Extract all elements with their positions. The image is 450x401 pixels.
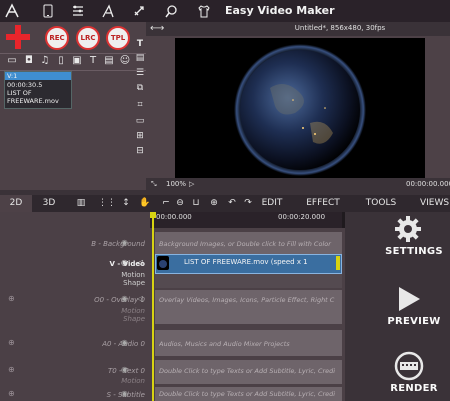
speaker-icon[interactable]: ◁ (137, 294, 143, 303)
track-hint-background: Background Images, or Double click to Fi… (159, 240, 331, 248)
rec-button[interactable]: REC (45, 26, 69, 50)
add-track-icon[interactable]: ⊕ (8, 365, 15, 374)
video-clip-label: LIST OF FREEWARE.mov (speed x 1 (184, 258, 308, 266)
expand-icon[interactable]: ⟷ (150, 23, 164, 34)
add-track-icon[interactable]: ⊕ (8, 294, 15, 303)
playhead[interactable] (152, 212, 154, 401)
shirt-icon[interactable] (196, 3, 212, 19)
eye-icon[interactable]: ◉ (121, 258, 128, 267)
render-button[interactable]: RENDER (378, 383, 450, 394)
vertical-resize-icon[interactable]: ↕ (120, 195, 132, 212)
hand-icon[interactable]: ✋ (138, 195, 152, 212)
preview-play-icon[interactable] (396, 285, 422, 313)
eye-icon[interactable]: ◉ (121, 389, 128, 398)
zoom-level[interactable]: 100% (166, 180, 186, 188)
track-sub-shape: Shape (123, 279, 145, 287)
track-sub-motion: Motion (121, 307, 145, 315)
add-track-icon[interactable]: ⊕ (8, 338, 15, 347)
app-title: Easy Video Maker (225, 4, 335, 17)
tab-tools[interactable]: TOOLS (362, 195, 400, 212)
document-icon[interactable]: ▯ (54, 55, 68, 67)
grid-view-icon[interactable]: ⋮⋮ (98, 195, 116, 212)
track-sub-shape: Shape (123, 315, 145, 323)
video-preview[interactable] (175, 38, 425, 178)
playhead-handle[interactable] (150, 212, 156, 218)
rocket-icon[interactable] (131, 3, 147, 19)
all-media-icon[interactable]: ▭ (5, 55, 19, 67)
eye-icon[interactable]: ◉ (121, 294, 128, 303)
settings-gear-icon[interactable] (394, 215, 422, 243)
split-tool-icon[interactable]: ⊟ (134, 146, 146, 156)
preview-button[interactable]: PREVIEW (378, 316, 450, 327)
play-icon[interactable]: ▷ (189, 180, 194, 188)
ruler-20s: 00:00:20.000 (278, 213, 326, 221)
zoom-out-icon[interactable]: ⊖ (174, 195, 186, 212)
tools-icon[interactable] (100, 3, 116, 19)
tab-3d[interactable]: 3D (34, 195, 64, 212)
media-clip[interactable]: V:1 00:00:30.5 LIST OF FREEWARE.mov (4, 71, 72, 109)
speaker-icon[interactable]: ◁ (137, 258, 143, 267)
menu-icon[interactable] (70, 3, 86, 19)
zoom-in-icon[interactable]: ⊕ (208, 195, 220, 212)
resize-icon[interactable]: ⤡ (151, 180, 157, 189)
track-label-background: B - Background (91, 240, 145, 248)
track-hint-subtitle: Double Click to type Texts or Add Subtit… (159, 390, 336, 398)
ruler-start: 00:00.000 (156, 213, 192, 221)
track-sub-motion: Motion (121, 271, 145, 279)
film-tool-icon[interactable]: ▤ (134, 53, 146, 63)
tab-views[interactable]: VIEWS (420, 195, 450, 212)
add-track-icon[interactable]: ⊕ (8, 389, 15, 398)
copy-tool-icon[interactable]: ⧉ (134, 83, 146, 93)
eye-icon[interactable]: ◉ (121, 338, 128, 347)
list-tool-icon[interactable]: ☰ (134, 68, 146, 78)
split-icon[interactable]: ⊔ (190, 195, 202, 212)
eye-icon[interactable]: ◉ (121, 238, 128, 247)
timecode: 00:00:00.000 (406, 180, 450, 188)
tab-2d[interactable]: 2D (0, 195, 32, 212)
clip-thumbnail (157, 256, 169, 270)
render-film-icon[interactable] (394, 351, 424, 381)
rotate-icon[interactable]: ↶ (226, 195, 238, 212)
emoji-icon[interactable]: ☺ (118, 55, 132, 67)
grid-tool-icon[interactable]: ⊞ (134, 131, 146, 141)
project-info: Untitled*, 856x480, 30fps (294, 24, 386, 32)
text-icon[interactable]: T (86, 55, 100, 67)
tab-effect[interactable]: EFFECT (300, 195, 346, 212)
clip-title-line1: LIST OF (7, 89, 32, 97)
track-sub-motion: Motion (121, 377, 145, 385)
clip-name: V:1 (7, 72, 18, 80)
app-logo-icon[interactable] (4, 3, 20, 19)
frame-tool-icon[interactable]: ▭ (134, 116, 146, 126)
columns-icon[interactable]: ▥ (74, 195, 88, 212)
crop-tool-icon[interactable]: ⌗ (134, 100, 146, 110)
track-hint-audio: Audios, Musics and Audio Mixer Projects (159, 340, 290, 348)
text-tool-icon[interactable]: T (134, 39, 146, 49)
track-hint-overlay: Overlay Videos, Images, Icons, Particle … (159, 296, 335, 304)
track-hint-text: Double Click to type Texts or Add Subtit… (159, 367, 336, 375)
undo-icon[interactable]: ⌐ (160, 195, 172, 212)
redo-icon[interactable]: ↷ (242, 195, 254, 212)
search-icon[interactable] (163, 3, 179, 19)
image-icon[interactable]: ▣ (70, 55, 84, 67)
music-icon[interactable]: ♫ (38, 55, 52, 67)
clip-duration: 00:00:30.5 (7, 81, 43, 89)
camera-icon[interactable]: ◘ (22, 55, 36, 67)
lrc-button[interactable]: LRC (76, 26, 100, 50)
phone-icon[interactable] (40, 3, 56, 19)
clip-title-line2: FREEWARE.mov (7, 97, 59, 105)
settings-button[interactable]: SETTINGS (378, 246, 450, 257)
tab-edit[interactable]: EDIT (258, 195, 286, 212)
tpl-button[interactable]: TPL (106, 26, 130, 50)
earth-image (234, 44, 366, 176)
eye-icon[interactable]: ◉ (121, 365, 128, 374)
film-icon[interactable]: ▤ (102, 55, 116, 67)
add-media-button[interactable] (6, 25, 30, 49)
clip-trim-handle[interactable] (336, 256, 340, 270)
